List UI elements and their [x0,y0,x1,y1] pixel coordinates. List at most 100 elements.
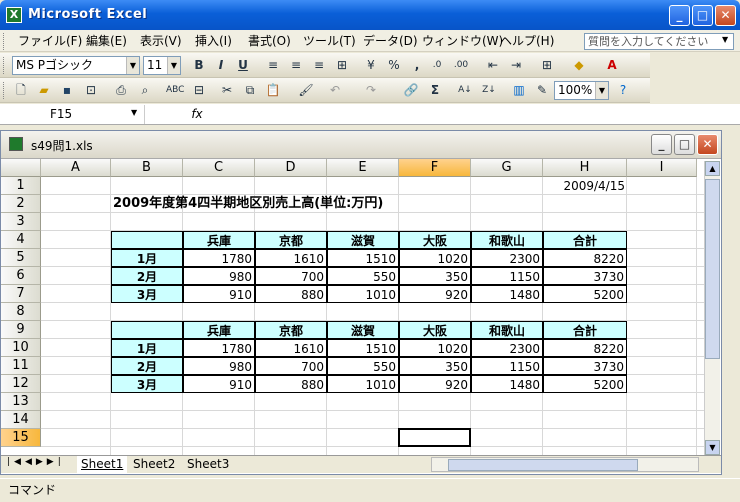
percent-icon[interactable]: % [385,56,403,74]
row-header-13[interactable]: 13 [1,393,41,411]
value-cell[interactable]: 920 [399,375,471,393]
value-cell[interactable]: 880 [255,285,327,303]
row-header-1[interactable]: 1 [1,177,41,195]
column-header-e[interactable]: E [327,159,399,177]
table-corner-cell[interactable] [111,321,183,339]
chart-wizard-icon[interactable]: ▥ [510,81,528,99]
borders-icon[interactable]: ⊞ [538,56,556,74]
table-header-cell[interactable]: 和歌山 [471,231,543,249]
row-header-8[interactable]: 8 [1,303,41,321]
copy-icon[interactable]: ⧉ [241,81,259,99]
row-header-5[interactable]: 5 [1,249,41,267]
value-cell[interactable]: 1780 [183,249,255,267]
value-cell[interactable]: 8220 [543,249,627,267]
value-cell[interactable]: 880 [255,375,327,393]
print-icon[interactable]: ⎙ [112,81,130,99]
undo-icon[interactable]: ↶ [326,81,344,99]
row-label-cell[interactable]: 2月 [111,267,183,285]
spelling-icon[interactable]: ABC [166,81,184,99]
print-preview-icon[interactable]: ⌕ [136,81,154,99]
column-header-b[interactable]: B [111,159,183,177]
value-cell[interactable]: 920 [399,285,471,303]
drawing-icon[interactable]: ✎ [533,81,551,99]
comma-icon[interactable]: , [408,56,426,74]
menu-help[interactable]: ヘルプ(H) [500,33,554,49]
zoom-select[interactable]: 100% ▼ [554,81,609,100]
align-center-icon[interactable]: ≡ [287,56,305,74]
row-header-14[interactable]: 14 [1,411,41,429]
row-header-4[interactable]: 4 [1,231,41,249]
value-cell[interactable]: 350 [399,267,471,285]
cell-heading[interactable]: 2009年度第4四半期地区別売上高(単位:万円) [111,195,531,213]
font-size-select[interactable]: 11 ▼ [143,56,181,75]
name-box-dropdown-icon[interactable]: ▼ [131,108,137,117]
row-header-7[interactable]: 7 [1,285,41,303]
row-header-9[interactable]: 9 [1,321,41,339]
value-cell[interactable]: 2300 [471,339,543,357]
active-cell-f15[interactable] [398,428,471,447]
menu-file[interactable]: ファイル(F) [18,33,82,49]
value-cell[interactable]: 1480 [471,375,543,393]
table-header-cell[interactable]: 滋賀 [327,321,399,339]
value-cell[interactable]: 3730 [543,267,627,285]
value-cell[interactable]: 1150 [471,267,543,285]
currency-icon[interactable]: ¥ [362,56,380,74]
value-cell[interactable]: 980 [183,267,255,285]
row-header-3[interactable]: 3 [1,213,41,231]
table-header-cell[interactable]: 京都 [255,321,327,339]
table-header-cell[interactable]: 和歌山 [471,321,543,339]
table-header-cell[interactable]: 滋賀 [327,231,399,249]
value-cell[interactable]: 1150 [471,357,543,375]
cell-date[interactable]: 2009/4/15 [543,177,627,195]
fill-color-icon[interactable]: ◆ [570,56,588,74]
menu-view[interactable]: 表示(V) [140,33,182,49]
row-label-cell[interactable]: 2月 [111,357,183,375]
align-right-icon[interactable]: ≡ [310,56,328,74]
help-icon[interactable]: ? [614,81,632,99]
column-header-f[interactable]: F [399,159,471,177]
row-header-10[interactable]: 10 [1,339,41,357]
value-cell[interactable]: 5200 [543,285,627,303]
name-box[interactable]: F15 [2,105,145,124]
value-cell[interactable]: 910 [183,375,255,393]
table-header-cell[interactable]: 兵庫 [183,231,255,249]
value-cell[interactable]: 1010 [327,285,399,303]
wb-minimize-button[interactable]: _ [651,134,672,155]
table-header-cell[interactable]: 大阪 [399,321,471,339]
sort-ascending-icon[interactable]: A↓ [456,81,474,99]
value-cell[interactable]: 1780 [183,339,255,357]
minimize-button[interactable]: _ [669,5,690,26]
value-cell[interactable]: 550 [327,357,399,375]
format-painter-icon[interactable]: 🖌 [297,81,315,99]
menu-window[interactable]: ウィンドウ(W) [422,33,503,49]
table-header-cell[interactable]: 京都 [255,231,327,249]
merge-center-icon[interactable]: ⊞ [333,56,351,74]
menu-data[interactable]: データ(D) [363,33,418,49]
help-question-input[interactable]: 質問を入力してください [584,33,734,50]
row-header-12[interactable]: 12 [1,375,41,393]
sheet-tab-3[interactable]: Sheet3 [183,456,233,473]
scroll-down-icon[interactable]: ▼ [705,440,720,455]
menu-tools[interactable]: ツール(T) [303,33,356,49]
value-cell[interactable]: 8220 [543,339,627,357]
column-header-c[interactable]: C [183,159,255,177]
value-cell[interactable]: 1010 [327,375,399,393]
value-cell[interactable]: 1510 [327,249,399,267]
horizontal-scrollbar[interactable] [431,457,699,472]
sort-descending-icon[interactable]: Z↓ [480,81,498,99]
wb-close-button[interactable]: ✕ [697,134,718,155]
research-icon[interactable]: ⊟ [190,81,208,99]
autosum-icon[interactable]: Σ [426,81,444,99]
decrease-decimal-icon[interactable]: .00 [452,56,470,74]
italic-icon[interactable]: I [212,56,230,74]
decrease-indent-icon[interactable]: ⇤ [484,56,502,74]
column-header-g[interactable]: G [471,159,543,177]
scroll-thumb[interactable] [705,179,720,359]
vertical-scrollbar[interactable]: ▲ ▼ [704,161,720,456]
row-label-cell[interactable]: 3月 [111,285,183,303]
row-header-15[interactable]: 15 [1,429,41,447]
row-label-cell[interactable]: 3月 [111,375,183,393]
scroll-up-icon[interactable]: ▲ [705,161,720,176]
column-header-a[interactable]: A [41,159,111,177]
value-cell[interactable]: 1610 [255,339,327,357]
